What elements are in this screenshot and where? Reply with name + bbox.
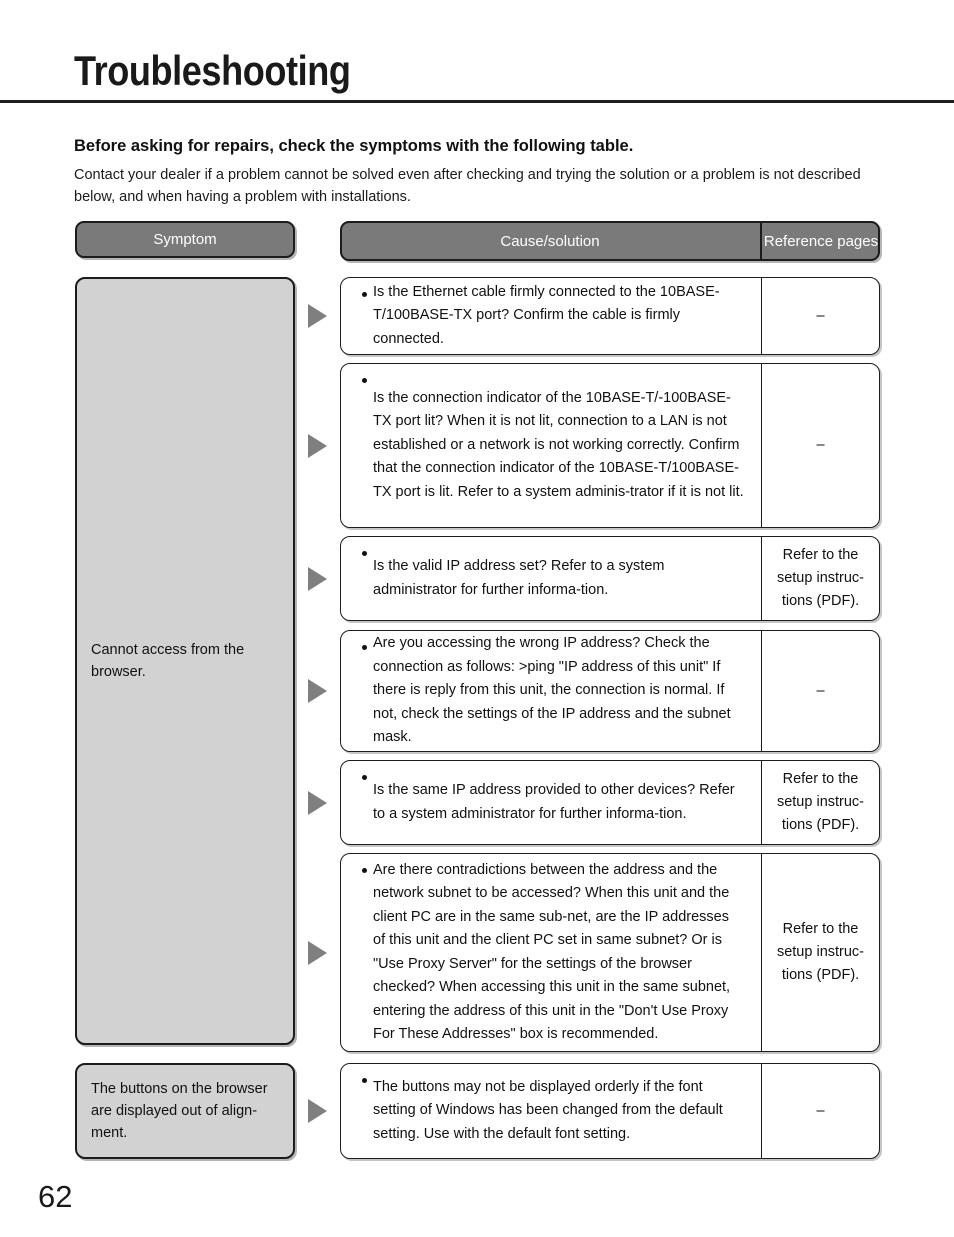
bullet-icon bbox=[362, 551, 367, 556]
reference-pages-cell: – bbox=[761, 278, 879, 354]
cause-solution-text: The buttons may not be displayed orderly… bbox=[373, 1078, 723, 1142]
reference-pages-cell: – bbox=[761, 1064, 879, 1158]
table-row: Is the connection indicator of the 10BAS… bbox=[340, 363, 880, 528]
reference-pages-cell: Refer to the setup instruc-tions (PDF). bbox=[761, 761, 879, 844]
symptom-text: Cannot access from the browser. bbox=[91, 642, 245, 680]
arrow-right-icon bbox=[308, 304, 327, 328]
symptom-box: Cannot access from the browser. bbox=[75, 277, 295, 1045]
reference-pages-cell: – bbox=[761, 631, 879, 751]
bullet-icon bbox=[362, 292, 367, 297]
reference-pages-cell: – bbox=[761, 364, 879, 527]
cause-solution-text: Is the Ethernet cable firmly connected t… bbox=[373, 283, 720, 347]
cause-solution-cell: Is the valid IP address set? Refer to a … bbox=[341, 537, 761, 620]
arrow-right-icon bbox=[308, 679, 327, 703]
bullet-icon bbox=[362, 868, 367, 873]
cause-solution-cell: Are there contradictions between the add… bbox=[341, 854, 761, 1051]
title-divider bbox=[0, 100, 954, 103]
intro-heading: Before asking for repairs, check the sym… bbox=[74, 137, 634, 155]
intro-body: Contact your dealer if a problem cannot … bbox=[74, 167, 861, 205]
table-row: The buttons may not be displayed orderly… bbox=[340, 1063, 880, 1159]
symptom-text: The buttons on the browser are displayed… bbox=[91, 1081, 268, 1141]
cause-solution-text: Is the same IP address provided to other… bbox=[373, 782, 735, 822]
cause-solution-text: Are you accessing the wrong IP address? … bbox=[373, 635, 731, 746]
bullet-icon bbox=[362, 1078, 367, 1083]
table-header-cause-solution: Cause/solution bbox=[340, 221, 880, 261]
cause-solution-cell: The buttons may not be displayed orderly… bbox=[341, 1064, 761, 1158]
symptom-box: The buttons on the browser are displayed… bbox=[75, 1063, 295, 1159]
table-row: Is the Ethernet cable firmly connected t… bbox=[340, 277, 880, 355]
cause-solution-text: Are there contradictions between the add… bbox=[373, 861, 731, 1043]
cause-solution-cell: Are you accessing the wrong IP address? … bbox=[341, 631, 761, 751]
bullet-icon bbox=[362, 775, 367, 780]
reference-pages-cell: Refer to the setup instruc-tions (PDF). bbox=[761, 854, 879, 1051]
arrow-right-icon bbox=[308, 1099, 327, 1123]
cause-solution-cell: Is the connection indicator of the 10BAS… bbox=[341, 364, 761, 527]
table-row: Is the valid IP address set? Refer to a … bbox=[340, 536, 880, 621]
table-row: Is the same IP address provided to other… bbox=[340, 760, 880, 845]
cause-solution-text: Is the valid IP address set? Refer to a … bbox=[373, 558, 665, 598]
document-page: Troubleshooting Before asking for repair… bbox=[0, 0, 954, 1237]
arrow-right-icon bbox=[308, 433, 327, 458]
bullet-icon bbox=[362, 645, 367, 650]
table-row: Are you accessing the wrong IP address? … bbox=[340, 630, 880, 752]
bullet-icon bbox=[362, 378, 367, 383]
arrow-right-icon bbox=[308, 566, 327, 591]
table-header-symptom: Symptom bbox=[75, 221, 295, 258]
cause-solution-cell: Is the same IP address provided to other… bbox=[341, 761, 761, 844]
arrow-right-icon bbox=[308, 940, 327, 965]
table-row: Are there contradictions between the add… bbox=[340, 853, 880, 1052]
cause-solution-cell: Is the Ethernet cable firmly connected t… bbox=[341, 278, 761, 354]
arrow-right-icon bbox=[308, 790, 327, 815]
page-title: Troubleshooting bbox=[74, 47, 351, 94]
cause-solution-text: Is the connection indicator of the 10BAS… bbox=[373, 389, 744, 500]
reference-pages-cell: Refer to the setup instruc-tions (PDF). bbox=[761, 537, 879, 620]
page-number: 62 bbox=[38, 1179, 73, 1214]
